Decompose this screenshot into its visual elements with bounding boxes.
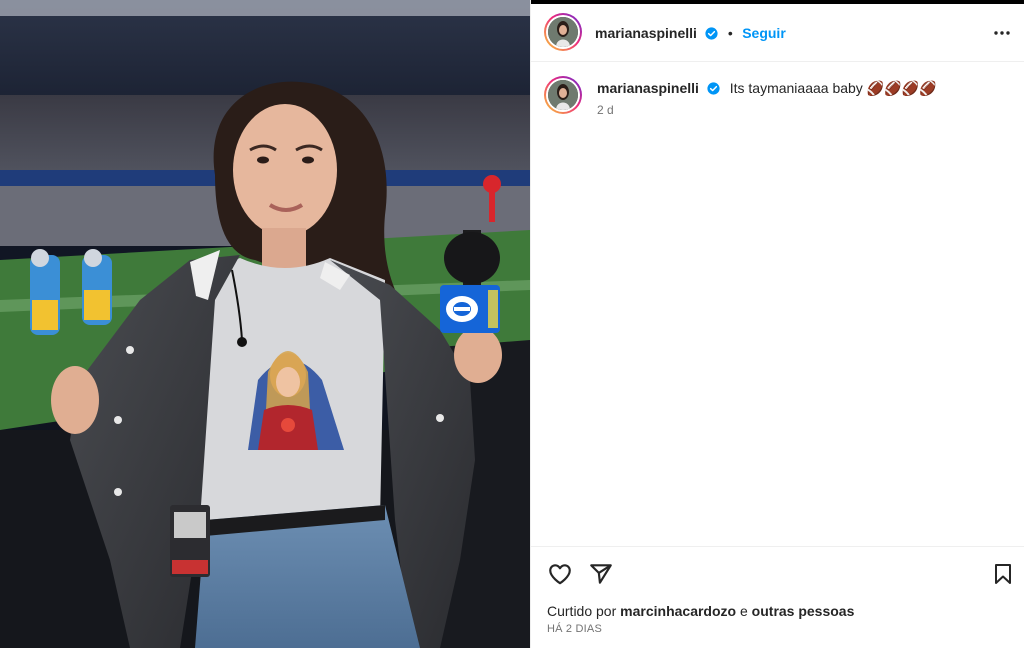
avatar-image — [548, 17, 578, 47]
caption-timestamp[interactable]: 2 d — [597, 103, 614, 117]
follow-button[interactable]: Seguir — [742, 25, 786, 41]
bookmark-icon[interactable] — [991, 561, 1015, 587]
liked-by-user[interactable]: marcinhacardozo — [620, 603, 736, 619]
avatar[interactable] — [544, 13, 582, 51]
post-panel: marianaspinelli • Seguir marianaspinelli… — [530, 0, 1024, 648]
caption-verified-badge-icon — [707, 82, 720, 95]
post-photo[interactable] — [0, 0, 530, 648]
caption-text: Its taymaniaaaa baby 🏈🏈🏈🏈 — [729, 80, 937, 96]
post-header: marianaspinelli • Seguir — [531, 4, 1024, 62]
separator-dot: • — [727, 25, 733, 41]
share-icon[interactable] — [588, 561, 614, 587]
caption-avatar[interactable] — [544, 76, 582, 114]
more-options-icon[interactable] — [993, 24, 1011, 42]
liked-by-joiner: e — [739, 603, 748, 619]
liked-by-others[interactable]: outras pessoas — [752, 603, 855, 619]
username[interactable]: marianaspinelli — [595, 25, 697, 41]
likes-summary: Curtido por marcinhacardozo e outras pes… — [547, 603, 854, 619]
photo-illustration — [0, 0, 530, 648]
posted-ago[interactable]: HÁ 2 DIAS — [547, 623, 602, 635]
heart-icon[interactable] — [547, 561, 573, 587]
verified-badge-icon — [705, 27, 718, 40]
liked-by-prefix: Curtido por — [547, 603, 617, 619]
caption-username[interactable]: marianaspinelli — [597, 80, 699, 96]
action-bar: Curtido por marcinhacardozo e outras pes… — [531, 546, 1024, 648]
caption-avatar-image — [548, 80, 578, 110]
